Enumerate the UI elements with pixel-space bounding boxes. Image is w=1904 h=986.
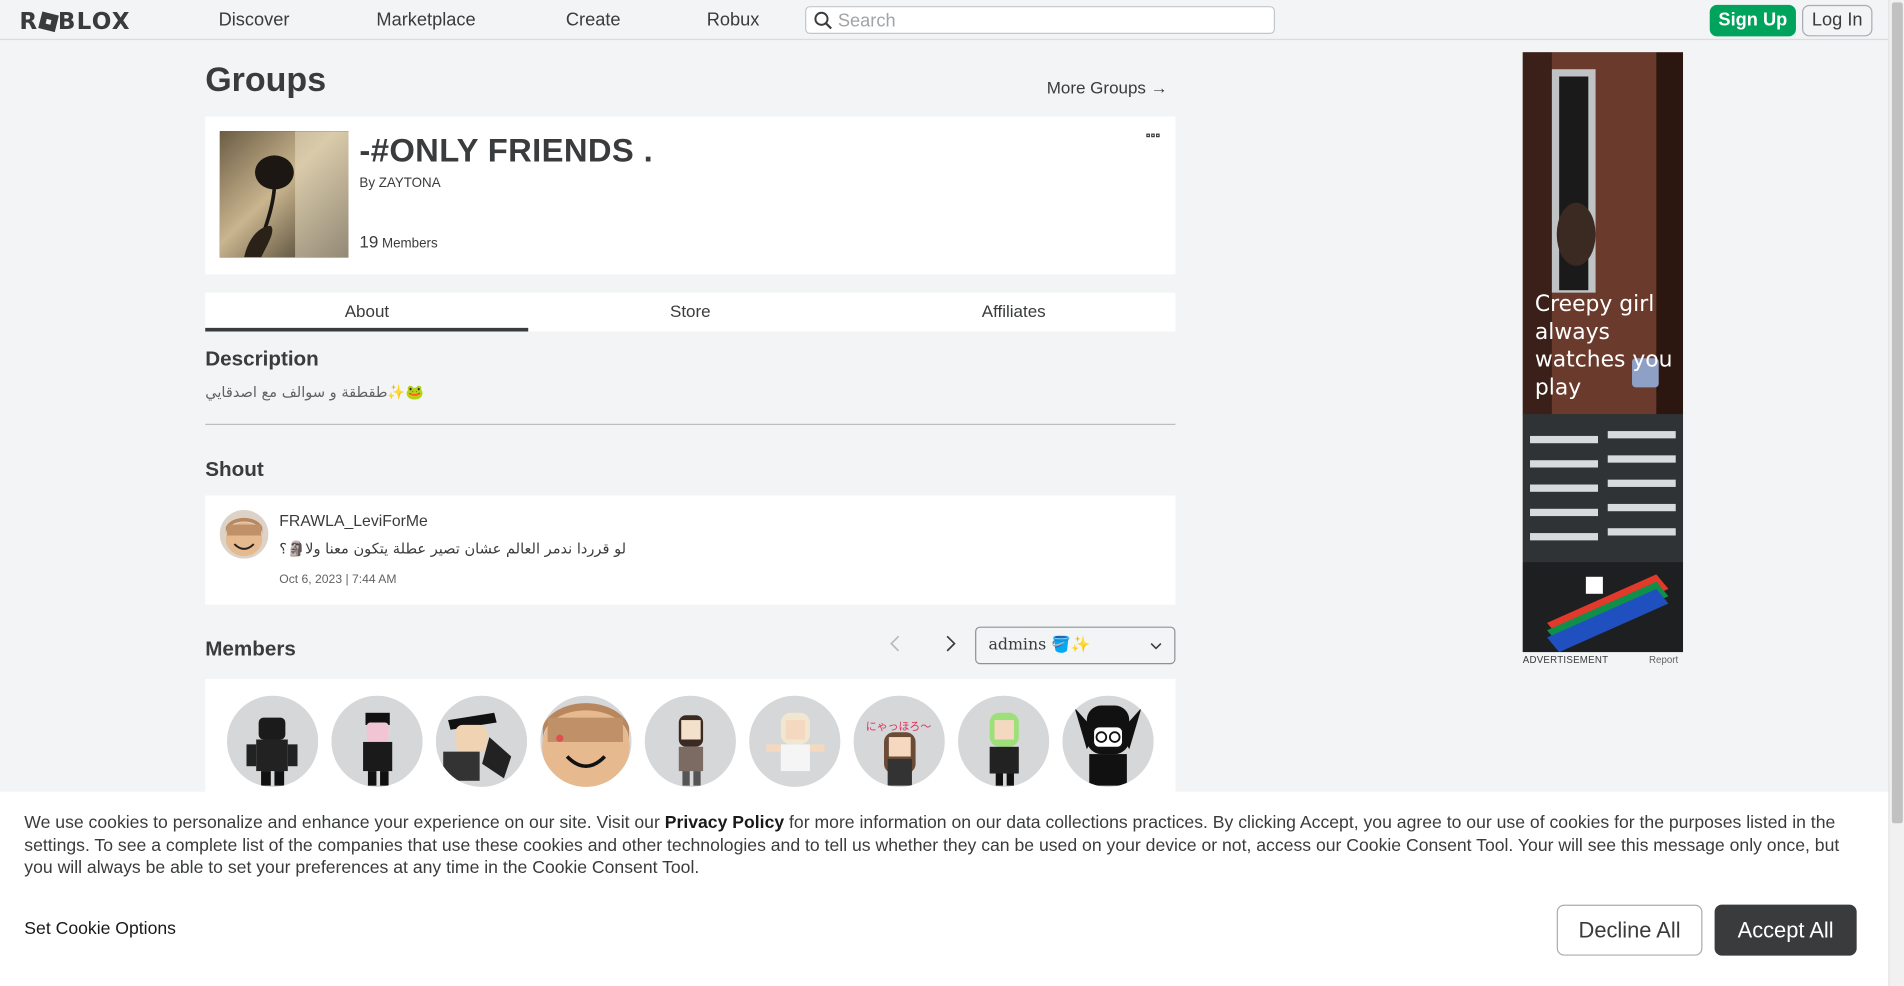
section-divider [205,423,1176,426]
nav-link-create[interactable]: Create [566,10,621,31]
description-heading: Description [205,347,319,371]
roblox-logo[interactable]: R BLOX [19,9,130,36]
page-title: Groups [205,60,327,99]
member-avatar[interactable]: にゃっほろ〜 [853,695,945,787]
nav-link-marketplace[interactable]: Marketplace [376,10,475,31]
accept-all-button[interactable]: Accept All [1714,904,1857,956]
group-owner-line: By ZAYTONA [359,176,440,191]
role-dropdown-value: admins 🪣✨ [988,636,1091,655]
member-avatar[interactable] [227,695,319,787]
cookie-consent-text: We use cookies to personalize and enhanc… [24,812,1870,880]
member-avatar[interactable] [1062,695,1154,787]
description-text: 🐸✨طقطقة و سوالف مع اصدقايي [205,383,424,401]
set-cookie-options-link[interactable]: Set Cookie Options [24,919,176,938]
member-avatar[interactable] [644,695,736,787]
tab-store[interactable]: Store [529,293,852,332]
group-name: -#ONLY FRIENDS . [359,132,654,169]
group-emblem-image [219,131,349,258]
shout-username-link[interactable]: FRAWLA_LeviForMe [279,511,428,529]
next-page-icon[interactable] [940,634,959,653]
shout-message: لو قرردا ندمر العالم عشان تصير عطلة يتكو… [279,540,627,558]
chevron-down-icon [1150,643,1162,650]
members-list: にゃっほろ〜 [205,678,1176,801]
decline-all-button[interactable]: Decline All [1556,904,1703,956]
member-avatar[interactable] [958,695,1050,787]
top-navigation-bar: R BLOX Discover Marketplace Create Robux … [0,0,1889,41]
sign-up-button[interactable]: Sign Up [1709,4,1796,37]
member-avatar[interactable] [331,695,423,787]
group-header-card: -#ONLY FRIENDS . By ZAYTONA 19 Members [205,116,1176,275]
shout-card: FRAWLA_LeviForMe لو قرردا ندمر العالم عش… [205,495,1176,605]
log-in-button[interactable]: Log In [1802,4,1873,37]
page-scrollbar[interactable] [1888,0,1904,986]
privacy-policy-link[interactable]: Privacy Policy [665,814,784,833]
role-dropdown[interactable]: admins 🪣✨ [975,626,1176,665]
member-count-value: 19 [359,231,379,252]
page: R BLOX Discover Marketplace Create Robux … [0,0,1904,986]
more-options-icon[interactable] [1146,133,1163,141]
member-avatar[interactable] [540,695,632,787]
group-owner-link[interactable]: ZAYTONA [379,176,441,191]
advertisement-banner[interactable]: Creepy girl always watches you play [1522,52,1684,653]
scrollbar-thumb[interactable] [1891,2,1903,824]
search-input[interactable] [837,9,1263,32]
member-avatar[interactable] [749,695,841,787]
by-label: By [359,176,376,191]
tab-about[interactable]: About [205,293,530,332]
search-box [805,6,1276,35]
shout-user-avatar[interactable] [219,510,269,559]
tab-affiliates[interactable]: Affiliates [852,293,1175,332]
svg-text:にゃっほろ〜: にゃっほろ〜 [866,720,932,733]
advertisement-label: ADVERTISEMENT [1522,654,1609,666]
previous-page-icon[interactable] [886,634,905,653]
search-icon [814,11,832,30]
nav-link-robux[interactable]: Robux [707,10,760,31]
report-ad-link[interactable]: Report [1649,655,1678,666]
cookie-consent-banner: We use cookies to personalize and enhanc… [0,791,1889,986]
shout-heading: Shout [205,457,264,481]
group-member-count: 19 Members [359,232,437,251]
nav-link-discover[interactable]: Discover [219,10,290,31]
advertisement-headline: Creepy girl always watches you play [1534,291,1673,401]
more-groups-link[interactable]: More Groups → [1047,78,1168,97]
shout-timestamp: Oct 6, 2023 | 7:44 AM [279,573,397,587]
group-tabs: About Store Affiliates [205,292,1176,332]
member-avatar[interactable] [435,695,528,787]
members-heading: Members [205,637,296,661]
member-count-label: Members [381,236,438,252]
cookie-text-part1: We use cookies to personalize and enhanc… [24,813,665,834]
